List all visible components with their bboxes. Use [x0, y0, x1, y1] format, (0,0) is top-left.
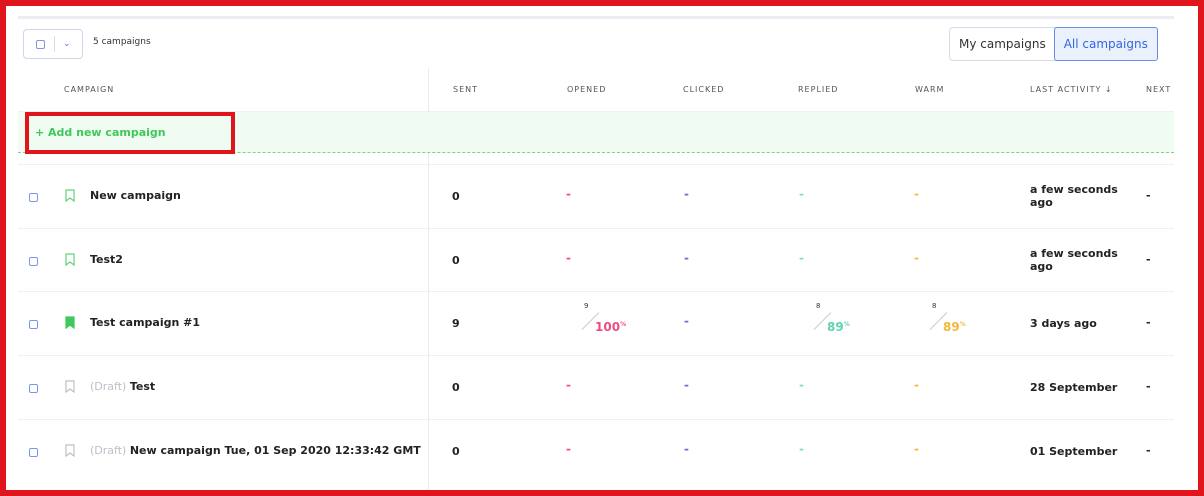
last-activity: 3 days ago: [1030, 317, 1097, 330]
campaign-name-text: Test: [129, 380, 156, 393]
warm-value: -: [914, 187, 919, 201]
last-activity: a few seconds ago: [1030, 247, 1118, 273]
column-header-campaign[interactable]: CAMPAIGN: [64, 85, 114, 94]
campaign-filter-toggle: My campaigns All campaigns: [949, 27, 1158, 61]
campaign-name[interactable]: (Draft) Test: [90, 380, 155, 393]
last-activity: 28 September: [1030, 381, 1118, 394]
replied-value: -: [799, 251, 804, 265]
campaign-name-text: Test2: [90, 253, 123, 266]
column-header-replied[interactable]: REPLIED: [798, 85, 838, 94]
top-strip: [18, 16, 1174, 19]
next-value: -: [1146, 253, 1151, 266]
draft-label: (Draft): [90, 444, 130, 457]
bookmark-outline-icon[interactable]: [65, 444, 75, 457]
sent-count: 9: [452, 317, 460, 330]
next-value: -: [1146, 189, 1151, 202]
replied-count: 8: [816, 302, 821, 310]
bookmark-outline-icon[interactable]: [65, 253, 75, 266]
campaign-name[interactable]: Test campaign #1: [90, 316, 200, 329]
highlight-box: [25, 112, 235, 154]
column-header-clicked[interactable]: CLICKED: [683, 85, 724, 94]
next-value: -: [1146, 444, 1151, 457]
divider: [54, 36, 55, 52]
row-checkbox[interactable]: [29, 193, 38, 202]
bookmark-filled-icon[interactable]: [65, 316, 75, 329]
sent-count: 0: [452, 445, 460, 458]
bulk-select-dropdown[interactable]: ⌄: [23, 29, 83, 59]
bookmark-outline-icon[interactable]: [65, 380, 75, 393]
opened-value: -: [566, 187, 571, 201]
row-checkbox[interactable]: [29, 320, 38, 329]
my-campaigns-button[interactable]: My campaigns: [950, 28, 1055, 60]
opened-count: 9: [584, 302, 589, 310]
clicked-value: -: [684, 251, 689, 265]
draft-label: (Draft): [90, 380, 130, 393]
table-row[interactable]: (Draft) New campaign Tue, 01 Sep 2020 12…: [18, 419, 1174, 483]
clicked-value: -: [684, 378, 689, 392]
row-checkbox[interactable]: [29, 257, 38, 266]
warm-value: -: [914, 378, 919, 392]
warm-percent: 89%: [943, 320, 966, 334]
clicked-value: -: [684, 187, 689, 201]
table-header: CAMPAIGN SENT OPENED CLICKED REPLIED WAR…: [18, 68, 1174, 112]
opened-value: -: [566, 442, 571, 456]
replied-percent: 89%: [827, 320, 850, 334]
campaign-count: 5 campaigns: [93, 37, 151, 47]
replied-value: -: [799, 442, 804, 456]
bookmark-outline-icon[interactable]: [65, 189, 75, 202]
next-value: -: [1146, 316, 1151, 329]
all-campaigns-button[interactable]: All campaigns: [1053, 27, 1158, 61]
row-checkbox[interactable]: [29, 448, 38, 457]
column-header-next[interactable]: NEXT: [1146, 85, 1171, 94]
chevron-down-icon[interactable]: ⌄: [63, 39, 71, 49]
opened-value: -: [566, 378, 571, 392]
campaign-name-text: New campaign: [90, 189, 181, 202]
campaign-name-text: Test campaign #1: [90, 316, 201, 329]
table-row[interactable]: Test campaign #1 9 9 100% - 8 89% 8 89% …: [18, 291, 1174, 355]
opened-percent: 100%: [595, 320, 627, 334]
warm-value: -: [914, 251, 919, 265]
column-header-sent[interactable]: SENT: [453, 85, 478, 94]
clicked-value: -: [684, 442, 689, 456]
last-activity: 01 September: [1030, 445, 1118, 458]
row-checkbox[interactable]: [29, 384, 38, 393]
replied-stat: 8 89%: [813, 302, 876, 344]
warm-value: -: [914, 442, 919, 456]
toolbar: ⌄ 5 campaigns My campaigns All campaigns: [22, 27, 1174, 63]
replied-value: -: [799, 187, 804, 201]
next-value: -: [1146, 380, 1151, 393]
column-header-opened[interactable]: OPENED: [567, 85, 606, 94]
campaign-name-text: New campaign Tue, 01 Sep 2020 12:33:42 G…: [129, 444, 421, 457]
opened-stat: 9 100%: [581, 302, 644, 344]
table-row[interactable]: (Draft) Test 0 - - - - 28 September -: [18, 355, 1174, 419]
column-header-warm[interactable]: WARM: [915, 85, 944, 94]
opened-value: -: [566, 251, 571, 265]
sent-count: 0: [452, 381, 460, 394]
column-header-last-activity[interactable]: LAST ACTIVITY ↓: [1030, 85, 1113, 94]
replied-value: -: [799, 378, 804, 392]
campaign-name[interactable]: Test2: [90, 253, 123, 266]
sent-count: 0: [452, 254, 460, 267]
clicked-value: -: [684, 314, 689, 328]
table-row[interactable]: New campaign 0 - - - - a few seconds ago…: [18, 164, 1174, 228]
table-row[interactable]: Test2 0 - - - - a few seconds ago -: [18, 228, 1174, 292]
warm-count: 8: [932, 302, 937, 310]
warm-stat: 8 89%: [929, 302, 992, 344]
sent-count: 0: [452, 190, 460, 203]
campaign-name[interactable]: (Draft) New campaign Tue, 01 Sep 2020 12…: [90, 444, 421, 457]
select-all-checkbox[interactable]: [36, 39, 45, 49]
campaign-name[interactable]: New campaign: [90, 189, 181, 202]
last-activity: a few seconds ago: [1030, 183, 1118, 209]
